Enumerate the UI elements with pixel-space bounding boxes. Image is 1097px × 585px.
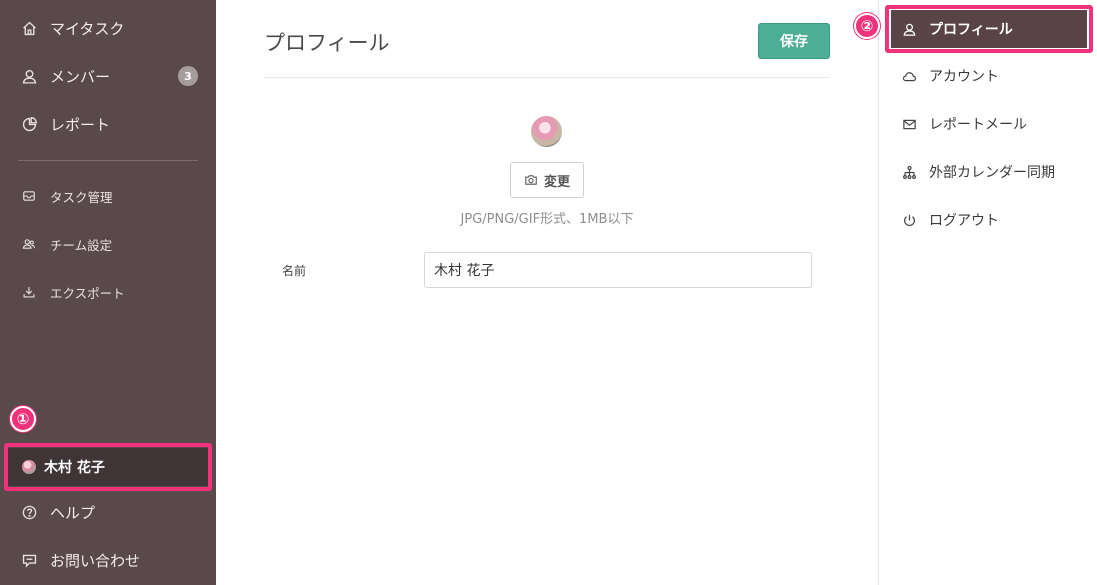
- settings-item-profile[interactable]: プロフィール: [891, 10, 1087, 48]
- sidebar-item-label: チーム設定: [50, 237, 113, 253]
- sidebar-item-my-tasks[interactable]: マイタスク: [0, 4, 216, 52]
- save-button[interactable]: 保存: [758, 23, 830, 59]
- sidebar-item-label: お問い合わせ: [50, 551, 141, 570]
- sidebar-item-label: メンバー: [50, 67, 111, 86]
- settings-item-calendar-sync[interactable]: 外部カレンダー同期: [879, 148, 1097, 196]
- left-sidebar: マイタスク メンバー 3 レポート タスク管理 チーム設定 エクスポート 木村: [0, 0, 216, 585]
- settings-item-label: アカウント: [929, 69, 999, 85]
- sidebar-item-help[interactable]: ヘルプ: [0, 488, 216, 536]
- settings-item-label: プロフィール: [929, 22, 1013, 38]
- message-icon: [20, 551, 38, 569]
- profile-main-panel: プロフィール 保存 変更 JPG/PNG/GIF形式、1MB以下 名前: [216, 0, 878, 585]
- help-icon: [20, 503, 38, 521]
- sidebar-item-export[interactable]: エクスポート: [0, 268, 216, 316]
- settings-item-report-mail[interactable]: レポートメール: [879, 100, 1097, 148]
- sidebar-item-task-management[interactable]: タスク管理: [0, 172, 216, 220]
- sidebar-item-label: マイタスク: [50, 19, 125, 38]
- member-count-badge: 3: [178, 66, 198, 86]
- settings-menu: プロフィール アカウント レポートメール 外部カレンダー同期 ログアウト: [878, 0, 1097, 585]
- download-icon: [20, 283, 38, 301]
- settings-item-label: レポートメール: [929, 117, 1027, 133]
- sidebar-item-label: レポート: [50, 115, 111, 134]
- sidebar-item-reports[interactable]: レポート: [0, 100, 216, 148]
- sidebar-item-team-settings[interactable]: チーム設定: [0, 220, 216, 268]
- inbox-icon: [20, 187, 38, 205]
- annotation-marker-1: ①: [10, 406, 36, 432]
- header-divider: [264, 77, 830, 78]
- power-icon: [901, 212, 917, 228]
- page-title: プロフィール: [264, 31, 390, 55]
- sidebar-item-label: ヘルプ: [50, 503, 96, 522]
- team-icon: [20, 235, 38, 253]
- annotation-marker-2: ②: [854, 13, 880, 39]
- user-icon: [901, 21, 917, 37]
- mail-icon: [901, 116, 917, 132]
- pie-chart-icon: [20, 115, 38, 133]
- user-icon: [20, 67, 38, 85]
- camera-icon: [525, 175, 537, 185]
- sidebar-item-label: タスク管理: [50, 189, 113, 205]
- sidebar-divider: [18, 160, 198, 161]
- settings-item-logout[interactable]: ログアウト: [879, 196, 1097, 244]
- settings-item-label: ログアウト: [929, 213, 999, 229]
- change-avatar-label: 変更: [543, 174, 570, 190]
- user-name: 木村 花子: [44, 460, 105, 476]
- sitemap-icon: [901, 164, 917, 180]
- settings-item-account[interactable]: アカウント: [879, 52, 1097, 100]
- home-icon: [20, 19, 38, 37]
- name-field-label: 名前: [282, 264, 307, 278]
- avatar-format-hint: JPG/PNG/GIF形式、1MB以下: [460, 212, 634, 227]
- sidebar-item-members[interactable]: メンバー 3: [0, 52, 216, 100]
- name-field[interactable]: [424, 252, 812, 288]
- profile-avatar: [531, 116, 562, 147]
- sidebar-item-contact[interactable]: お問い合わせ: [0, 536, 216, 584]
- settings-item-label: 外部カレンダー同期: [929, 165, 1055, 181]
- change-avatar-button[interactable]: 変更: [510, 162, 584, 198]
- sidebar-item-label: エクスポート: [50, 285, 125, 301]
- sidebar-user-profile[interactable]: 木村 花子: [8, 448, 208, 486]
- user-avatar: [22, 460, 36, 474]
- cloud-icon: [901, 68, 917, 84]
